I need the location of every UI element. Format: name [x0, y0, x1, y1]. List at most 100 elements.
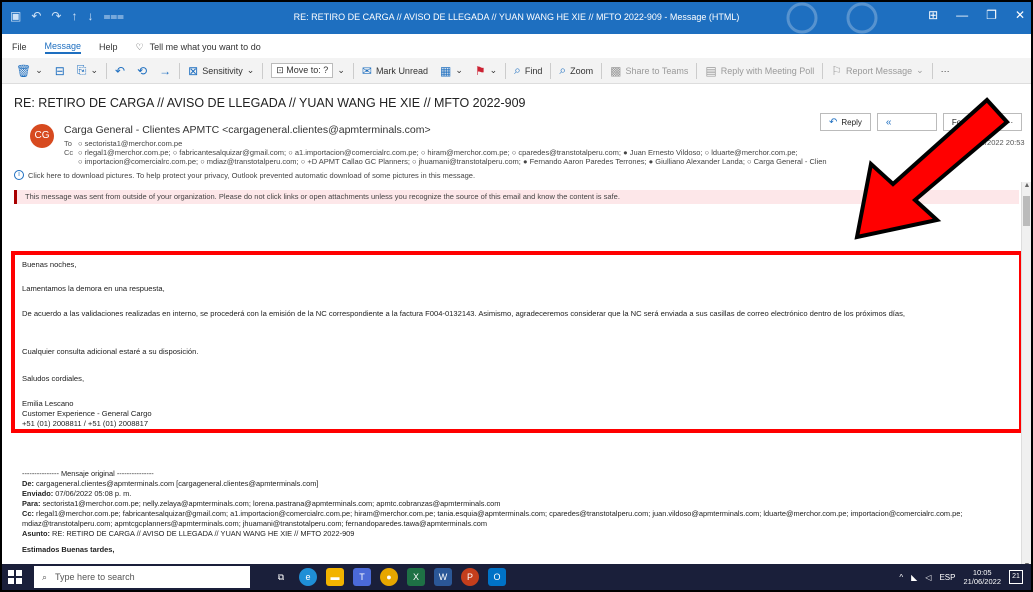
envelope-icon: ✉ — [361, 63, 372, 78]
forward-icon: → — [159, 63, 172, 78]
cc-orig-label: Cc: — [22, 509, 34, 518]
zoom-label: Zoom — [570, 65, 594, 76]
move-button[interactable]: ⎘ ⌄ — [71, 60, 104, 82]
reply-icon: ↶ — [115, 63, 126, 78]
original-closing: Estimados Buenas tardes, — [22, 545, 115, 554]
separator — [262, 62, 264, 79]
tab-help[interactable]: Help — [99, 42, 118, 52]
separator — [696, 62, 698, 79]
report-message-label: Report Message — [846, 65, 913, 76]
teams-app-icon[interactable]: T — [353, 568, 371, 586]
clock-date: 21/06/2022 — [963, 577, 1001, 586]
language-indicator[interactable]: ESP — [939, 573, 955, 582]
find-button[interactable]: ⌕ Find — [508, 60, 548, 82]
cc-recipients-line1[interactable]: rlegal1@merchor.com.pe; ○ fabricantesalq… — [85, 148, 798, 157]
trash-icon: 🗑 — [16, 63, 32, 78]
reply-all-ribbon-button[interactable]: ⟲ — [131, 60, 153, 82]
cc-orig-value: rlegal1@merchor.com.pe; fabricantesalqui… — [22, 509, 963, 528]
share-teams-button[interactable]: ▩ Share to Teams — [604, 60, 694, 82]
flag-icon: ⚑ — [474, 63, 486, 78]
avatar: CG — [30, 124, 54, 148]
taskbar: ⌕ Type here to search ⧉ e ▬ T ● X W P O … — [2, 564, 1031, 590]
scroll-thumb[interactable] — [1023, 196, 1030, 226]
tab-file[interactable]: File — [12, 42, 27, 52]
window-controls: ⊞ — ❐ ✕ — [928, 8, 1025, 22]
window-title: RE: RETIRO DE CARGA // AVISO DE LLEGADA … — [293, 12, 740, 22]
title-bar: ▣ ↶ ↷ ↑ ↓ ⩶ RE: RETIRO DE CARGA // AVISO… — [2, 2, 1031, 34]
file-explorer-icon[interactable]: ▬ — [326, 568, 344, 586]
recipients: To ○ sectorista1@merchor.com.pe Cc ○ rlega… — [64, 139, 827, 167]
move-to-label: Move to: ? — [286, 65, 329, 75]
ribbon-display-icon[interactable]: ⊞ — [928, 8, 938, 22]
archive-button[interactable]: ⊟ — [49, 60, 71, 82]
separator — [601, 62, 603, 79]
restore-icon[interactable]: ❐ — [986, 8, 997, 22]
chrome-icon[interactable]: ● — [380, 568, 398, 586]
taskbar-search[interactable]: ⌕ Type here to search — [34, 566, 250, 588]
scroll-up-icon[interactable]: ▲ — [1022, 182, 1031, 192]
mark-unread-button[interactable]: ✉ Mark Unread — [356, 60, 434, 82]
zoom-icon: ⌕ — [559, 63, 567, 77]
word-icon[interactable]: W — [434, 568, 452, 586]
outlook-message-window: ▣ ↶ ↷ ↑ ↓ ⩶ RE: RETIRO DE CARGA // AVISO… — [2, 2, 1031, 590]
tell-me-box[interactable]: ♡ Tell me what you want to do — [136, 42, 261, 53]
task-view-icon[interactable]: ⧉ — [272, 568, 290, 586]
tray-chevron-icon[interactable]: ^ — [899, 573, 903, 582]
move-to-button[interactable]: ⊡ Move to: ? ⌄ — [265, 60, 351, 82]
download-notice: Click here to download pictures. To help… — [28, 170, 476, 180]
de-label: De: — [22, 479, 34, 488]
message-subject: RE: RETIRO DE CARGA // AVISO DE LLEGADA … — [14, 96, 526, 110]
vertical-scrollbar[interactable]: ▲ ▼ — [1021, 182, 1031, 572]
original-header: --------------- Mensaje original -------… — [22, 469, 154, 478]
quick-steps-icon: ⊡ — [276, 65, 287, 75]
forward-ribbon-button[interactable]: → — [153, 60, 177, 82]
report-message-button[interactable]: ⚐ Report Message ⌄ — [825, 60, 929, 82]
poll-icon: ▤ — [705, 63, 717, 78]
more-commands-button[interactable]: ··· — [935, 60, 956, 82]
clock[interactable]: 10:05 21/06/2022 — [963, 568, 1001, 586]
share-teams-label: Share to Teams — [625, 65, 689, 76]
teams-icon: ▩ — [610, 63, 622, 78]
sensitivity-label: Sensitivity — [202, 65, 243, 76]
search-icon: ⌕ — [514, 63, 521, 77]
separator — [931, 62, 933, 79]
red-arrow-annotation — [854, 97, 1010, 240]
reply-meeting-label: Reply with Meeting Poll — [720, 65, 815, 76]
separator — [550, 62, 552, 79]
powerpoint-icon[interactable]: P — [461, 568, 479, 586]
download-pictures-bar[interactable]: i Click here to download pictures. To he… — [14, 170, 475, 180]
delete-button[interactable]: 🗑 ⌄ — [10, 60, 49, 82]
to-recipient[interactable]: sectorista1@merchor.com.pe — [85, 139, 183, 148]
edge-icon[interactable]: e — [299, 568, 317, 586]
categorize-button[interactable]: ▦ ⌄ — [434, 60, 469, 82]
taskbar-apps: ⧉ e ▬ T ● X W P O — [272, 568, 506, 586]
reply-ribbon-button[interactable]: ↶ — [109, 60, 131, 82]
network-icon[interactable]: ◣ — [911, 573, 917, 582]
volume-icon[interactable]: ◁ — [925, 573, 931, 582]
search-icon: ⌕ — [42, 571, 48, 582]
zoom-button[interactable]: ⌕ Zoom — [553, 60, 599, 82]
minimize-icon[interactable]: — — [956, 8, 968, 22]
ribbon: 🗑 ⌄ ⊟ ⎘ ⌄ ↶ ⟲ → ⊠ Sensitivity ⌄ ⊡ Move to: ?… — [2, 58, 1031, 84]
separator — [106, 62, 107, 79]
asunto-label: Asunto: — [22, 529, 50, 538]
para-value: sectorista1@merchor.com.pe; nelly.zelaya… — [42, 499, 501, 508]
separator — [822, 62, 824, 79]
mark-unread-label: Mark Unread — [375, 65, 428, 76]
follow-up-button[interactable]: ⚑ ⌄ — [469, 60, 503, 82]
original-message: --------------- Mensaje original -------… — [22, 469, 1022, 555]
reply-meeting-poll-button[interactable]: ▤ Reply with Meeting Poll — [699, 60, 820, 82]
sensitivity-button[interactable]: ⊠ Sensitivity ⌄ — [182, 60, 260, 82]
close-icon[interactable]: ✕ — [1015, 8, 1025, 22]
windows-start-icon[interactable] — [8, 570, 22, 584]
outlook-icon[interactable]: O — [488, 568, 506, 586]
archive-icon: ⊟ — [54, 63, 65, 78]
tab-message[interactable]: Message — [44, 41, 82, 54]
cc-recipients-line2[interactable]: importacion@comercialrc.com.pe; ○ mdiaz@… — [85, 157, 827, 166]
sensitivity-icon: ⊠ — [188, 63, 199, 78]
find-label: Find — [524, 65, 543, 76]
sender[interactable]: Carga General - Clientes APMTC <cargagen… — [64, 124, 431, 136]
excel-icon[interactable]: X — [407, 568, 425, 586]
search-placeholder: Type here to search — [55, 572, 135, 582]
notification-icon[interactable]: 21 — [1009, 570, 1023, 584]
